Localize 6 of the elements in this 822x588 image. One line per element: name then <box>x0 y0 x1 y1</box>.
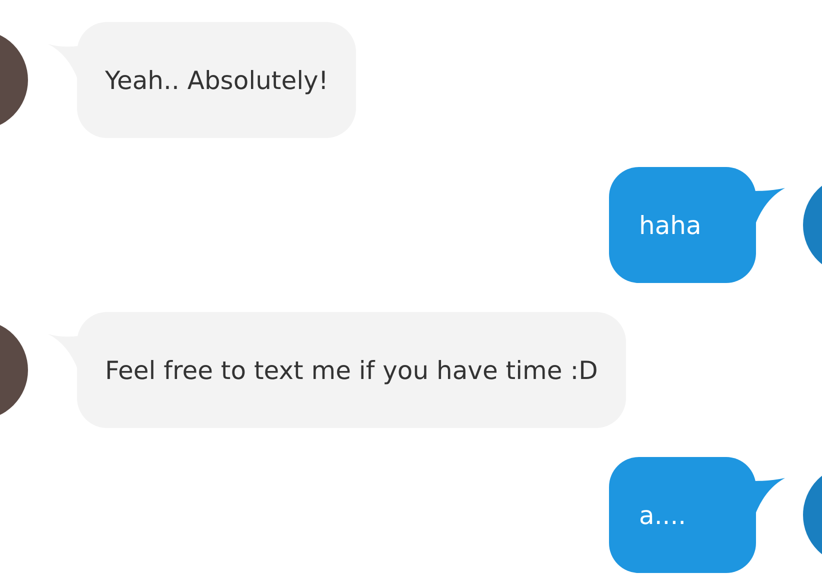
message-bubble: a.... <box>609 457 756 573</box>
message-bubble: Yeah.. Absolutely! <box>77 22 356 138</box>
bubble-tail <box>755 185 785 225</box>
bubble-tail <box>755 475 785 515</box>
message-bubble: haha <box>609 167 756 283</box>
message-bubble: Feel free to text me if you have time :D <box>77 312 626 428</box>
